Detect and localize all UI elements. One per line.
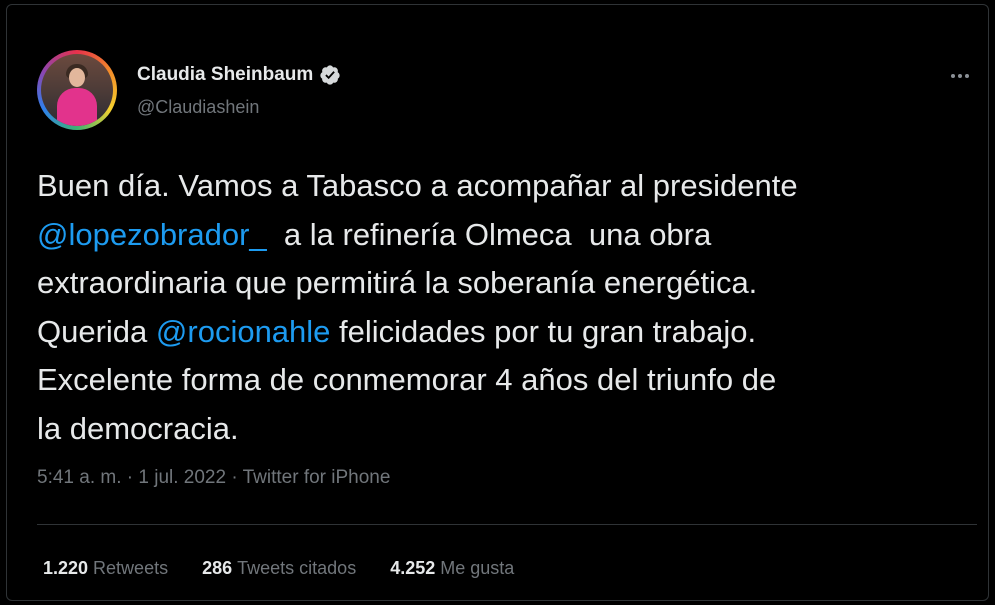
- divider: [37, 524, 977, 525]
- tweet-line: Buen día. Vamos a Tabasco a acompañar al…: [37, 168, 798, 203]
- tweet-text-segment: felicidades por tu gran trabajo.: [330, 313, 757, 349]
- tweet-line: Querida @rocionahle felicidades por tu g…: [37, 308, 977, 357]
- likes-count: 4.252: [390, 558, 436, 578]
- tweet-card: Claudia Sheinbaum @Claudiashein Buen día…: [6, 4, 989, 601]
- author-name-text: Claudia Sheinbaum: [137, 64, 314, 85]
- tweet-line: Excelente forma de conmemorar 4 años del…: [37, 362, 777, 397]
- tweet-line: extraordinaria que permitirá la soberaní…: [37, 265, 758, 300]
- avatar-image: [41, 54, 113, 126]
- likes-stat[interactable]: 4.252 Me gusta: [390, 558, 514, 579]
- verified-badge-icon: [320, 65, 340, 85]
- author-handle[interactable]: @Claudiashein: [137, 97, 259, 118]
- tweet-text-segment: a la refinería Olmeca una obra: [266, 216, 712, 252]
- mention-link[interactable]: @lopezobrador_: [37, 217, 267, 252]
- more-options-icon[interactable]: [945, 67, 975, 85]
- avatar[interactable]: [37, 50, 117, 130]
- tweet-timestamp[interactable]: 5:41 a. m. · 1 jul. 2022 · Twitter for i…: [37, 467, 390, 489]
- retweets-label: Retweets: [93, 558, 169, 578]
- quotes-label: Tweets citados: [237, 558, 357, 578]
- tweet-stats: 1.220 Retweets 286 Tweets citados 4.252 Me …: [43, 558, 514, 579]
- retweets-count: 1.220: [43, 558, 89, 578]
- retweets-stat[interactable]: 1.220 Retweets: [43, 558, 168, 579]
- tweet-text: Buen día. Vamos a Tabasco a acompañar al…: [37, 162, 977, 453]
- tweet-line: la democracia.: [37, 410, 239, 446]
- mention-link[interactable]: @rocionahle: [156, 314, 331, 349]
- author-name[interactable]: Claudia Sheinbaum: [137, 64, 341, 86]
- quotes-stat[interactable]: 286 Tweets citados: [202, 558, 356, 579]
- quotes-count: 286: [202, 558, 233, 578]
- likes-label: Me gusta: [440, 558, 515, 578]
- tweet-line: @lopezobrador_ a la refinería Olmeca una…: [37, 211, 977, 260]
- tweet-text-segment: Querida: [37, 313, 156, 349]
